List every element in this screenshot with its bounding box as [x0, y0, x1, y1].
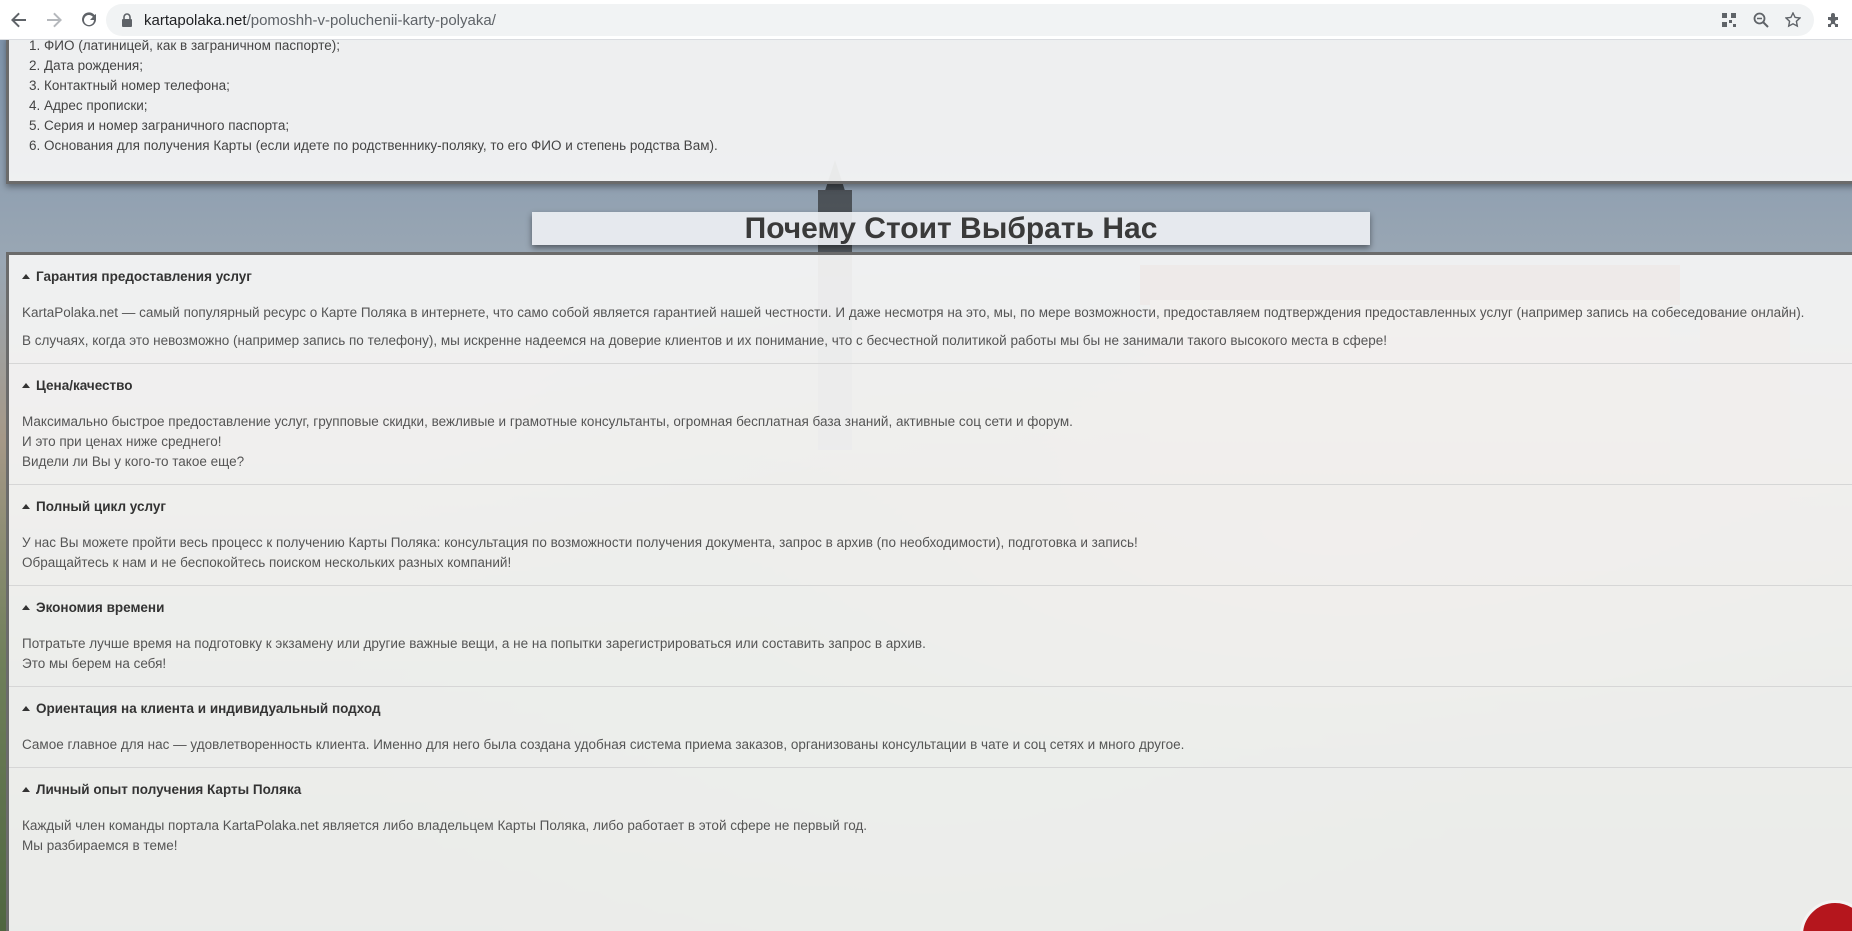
- accordion-title: Личный опыт получения Карты Поляка: [36, 781, 302, 797]
- section-title: Почему Стоит Выбрать Нас: [532, 212, 1370, 245]
- accordion-text: Обращайтесь к нам и не беспокойтесь поис…: [22, 555, 512, 570]
- accordion-body: Потратьте лучше время на подготовку к эк…: [9, 618, 1852, 686]
- accordion-body: KartaPolaka.net — самый популярный ресур…: [9, 287, 1852, 363]
- caret-up-icon: [22, 273, 30, 279]
- requirements-box: 1. ФИО (латиницей, как в заграничном пас…: [6, 40, 1852, 184]
- accordion-item: Полный цикл услуг У нас Вы можете пройти…: [9, 485, 1852, 586]
- accordion-header[interactable]: Цена/качество: [9, 364, 1852, 396]
- accordion-text: Мы разбираемся в теме!: [22, 838, 178, 853]
- accordion-title: Экономия времени: [36, 599, 165, 615]
- caret-up-icon: [22, 503, 30, 509]
- accordion-text: Потратьте лучше время на подготовку к эк…: [22, 636, 926, 651]
- accordion-title: Гарантия предоставления услуг: [36, 268, 252, 284]
- accordion-text: Видели ли Вы у кого-то такое еще?: [22, 454, 245, 469]
- accordion-title: Цена/качество: [36, 377, 133, 393]
- forward-arrow-icon[interactable]: [38, 4, 70, 36]
- accordion-item: Цена/качество Максимально быстрое предос…: [9, 364, 1852, 485]
- accordion-header[interactable]: Экономия времени: [9, 586, 1852, 618]
- accordion-item: Экономия времени Потратьте лучше время н…: [9, 586, 1852, 687]
- accordion-text: И это при ценах ниже среднего!: [22, 434, 222, 449]
- url-domain: kartapolaka.net: [144, 11, 247, 29]
- accordion-header[interactable]: Полный цикл услуг: [9, 485, 1852, 517]
- address-bar[interactable]: kartapolaka.net/pomoshh-v-poluchenii-kar…: [106, 4, 1814, 36]
- requirement-item: 4. Адрес прописки;: [29, 98, 148, 113]
- browser-toolbar: kartapolaka.net/pomoshh-v-poluchenii-kar…: [0, 0, 1852, 40]
- bookmark-star-icon[interactable]: [1780, 7, 1806, 33]
- caret-up-icon: [22, 786, 30, 792]
- url-path: /pomoshh-v-poluchenii-karty-polyaka/: [246, 11, 496, 29]
- accordion-header[interactable]: Гарантия предоставления услуг: [9, 255, 1852, 287]
- requirement-item: 6. Основания для получения Карты (если и…: [29, 138, 718, 153]
- accordion-body: Каждый член команды портала KartaPolaka.…: [9, 800, 1852, 868]
- requirements-list: 1. ФИО (латиницей, как в заграничном пас…: [29, 40, 718, 156]
- accordion-item: Гарантия предоставления услуг KartaPolak…: [9, 255, 1852, 364]
- accordion-text: У нас Вы можете пройти весь процесс к по…: [22, 535, 1138, 550]
- accordion-body: У нас Вы можете пройти весь процесс к по…: [9, 517, 1852, 585]
- caret-up-icon: [22, 604, 30, 610]
- accordion-item: Ориентация на клиента и индивидуальный п…: [9, 687, 1852, 768]
- requirement-item: 3. Контактный номер телефона;: [29, 78, 230, 93]
- zoom-icon[interactable]: [1748, 7, 1774, 33]
- accordion-title: Ориентация на клиента и индивидуальный п…: [36, 700, 381, 716]
- page-content: 1. ФИО (латиницей, как в заграничном пас…: [0, 40, 1852, 931]
- accordion-text: Это мы берем на себя!: [22, 656, 167, 671]
- qr-code-icon[interactable]: [1716, 7, 1742, 33]
- back-arrow-icon[interactable]: [3, 4, 35, 36]
- requirement-item: 1. ФИО (латиницей, как в заграничном пас…: [29, 40, 341, 53]
- url-text: kartapolaka.net/pomoshh-v-poluchenii-kar…: [144, 12, 496, 29]
- accordion-title: Полный цикл услуг: [36, 498, 166, 514]
- requirement-item: 2. Дата рождения;: [29, 58, 143, 73]
- caret-up-icon: [22, 705, 30, 711]
- accordion-text: KartaPolaka.net — самый популярный ресур…: [22, 305, 1805, 320]
- reload-icon[interactable]: [73, 4, 105, 36]
- accordion-text: Самое главное для нас — удовлетворенност…: [22, 737, 1185, 752]
- why-us-accordion: Гарантия предоставления услуг KartaPolak…: [6, 252, 1852, 931]
- accordion-text: В случаях, когда это невозможно (наприме…: [22, 333, 1387, 348]
- accordion-body: Самое главное для нас — удовлетворенност…: [9, 719, 1852, 767]
- extensions-puzzle-icon[interactable]: [1820, 6, 1848, 34]
- accordion-text: Максимально быстрое предоставление услуг…: [22, 414, 1073, 429]
- requirement-item: 5. Серия и номер заграничного паспорта;: [29, 118, 290, 133]
- accordion-body: Максимально быстрое предоставление услуг…: [9, 396, 1852, 484]
- accordion-header[interactable]: Личный опыт получения Карты Поляка: [9, 768, 1852, 800]
- accordion-text: Каждый член команды портала KartaPolaka.…: [22, 818, 868, 833]
- lock-icon[interactable]: [118, 11, 136, 29]
- accordion-header[interactable]: Ориентация на клиента и индивидуальный п…: [9, 687, 1852, 719]
- caret-up-icon: [22, 382, 30, 388]
- accordion-item: Личный опыт получения Карты Поляка Кажды…: [9, 768, 1852, 868]
